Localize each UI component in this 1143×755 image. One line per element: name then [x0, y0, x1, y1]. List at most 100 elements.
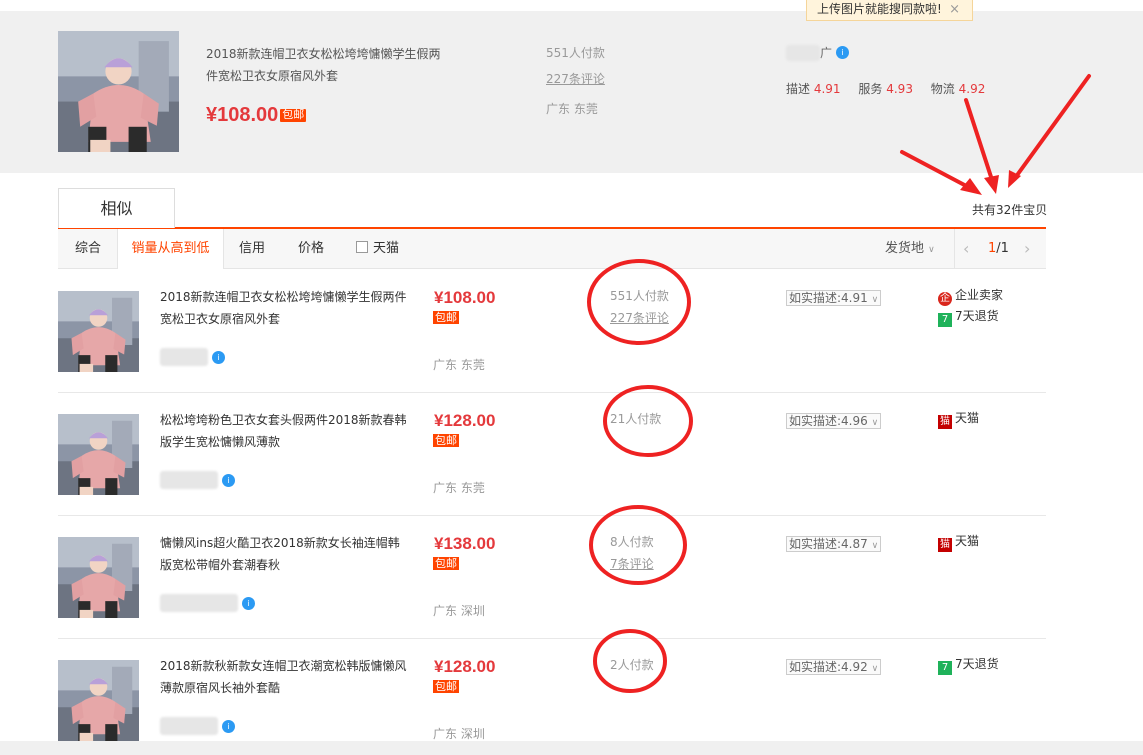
- chevron-down-icon: ∨: [871, 295, 879, 305]
- review-link[interactable]: 7条评论: [610, 555, 654, 572]
- hero-shop-scores: 描述 4.91 服务 4.93 物流 4.92: [786, 80, 999, 97]
- filter-tmall[interactable]: 天猫: [356, 229, 399, 269]
- table-row[interactable]: 松松垮垮粉色卫衣女套头假两件2018新款春韩版学生宽松慵懒风薄款 i ¥128.…: [58, 393, 1046, 516]
- tab-similar[interactable]: 相似: [58, 188, 175, 228]
- table-row[interactable]: 2018新款连帽卫衣女松松垮垮慵懒学生假两件宽松卫衣女原宿风外套 i ¥108.…: [58, 270, 1046, 393]
- badge-tmall: 猫天猫: [938, 408, 979, 429]
- score-value: 4.92: [958, 82, 986, 96]
- shop-name[interactable]: i: [160, 717, 235, 735]
- baoyou-badge: 包邮: [433, 557, 459, 570]
- hero-shop-name[interactable]: 广 i: [786, 44, 851, 62]
- close-icon[interactable]: ×: [949, 0, 960, 19]
- score-value: 4.91: [813, 82, 841, 96]
- badge-return7: 7 7天退货: [938, 654, 999, 675]
- seller-badges: 企企业卖家 7 7天退货: [938, 285, 1003, 327]
- score-label: 物流: [930, 82, 955, 96]
- badge-label: 7天退货: [955, 309, 999, 323]
- product-image[interactable]: [58, 291, 139, 372]
- chevron-down-icon: ∨: [871, 664, 879, 674]
- review-link[interactable]: 227条评论: [610, 309, 669, 326]
- badge-label: 天猫: [955, 411, 980, 425]
- hero-price-value: ¥108.00: [206, 104, 279, 126]
- table-row[interactable]: 慵懒风ins超火酷卫衣2018新款女长袖连帽韩版宽松带帽外套潮春秋 i ¥138…: [58, 516, 1046, 639]
- shipfrom-label: 发货地: [885, 241, 925, 256]
- hero-review-link[interactable]: 227条评论: [546, 70, 605, 87]
- score-label: 描述: [786, 82, 811, 96]
- badge-label: 企业卖家: [955, 288, 1004, 302]
- filter-tmall-label: 天猫: [373, 241, 400, 256]
- pay-count: 21人付款: [610, 412, 662, 426]
- badge-enterprise: 企企业卖家: [938, 285, 1003, 306]
- hero-price: ¥108.00 包邮: [206, 104, 307, 127]
- baoyou-badge: 包邮: [433, 434, 459, 447]
- product-title[interactable]: 2018新款秋新款女连帽卫衣潮宽松韩版慵懒风薄款原宿风长袖外套酷: [160, 655, 410, 699]
- desc-score-dropdown[interactable]: 如实描述:4.96 ∨: [786, 413, 882, 429]
- prev-page-icon[interactable]: ‹: [963, 229, 969, 269]
- product-image[interactable]: [58, 537, 139, 618]
- desc-score: 如实描述:4.87: [789, 537, 868, 551]
- total-count: 共有32件宝贝: [972, 203, 1048, 217]
- badge-label: 7天退货: [955, 657, 999, 671]
- upload-tip: 上传图片就能搜同款啦! ×: [806, 0, 973, 21]
- bottom-band: [0, 741, 1143, 755]
- score-value: 4.93: [886, 82, 913, 96]
- badge-tmall: 猫天猫: [938, 531, 979, 552]
- wangwang-icon[interactable]: i: [835, 46, 849, 59]
- product-location: 广东 东莞: [433, 481, 485, 495]
- seller-badges: 7 7天退货: [938, 654, 999, 675]
- product-location: 广东 深圳: [433, 604, 485, 618]
- hero-product-image[interactable]: [58, 31, 179, 152]
- desc-score-dropdown[interactable]: 如实描述:4.91 ∨: [786, 290, 882, 306]
- shop-name[interactable]: i: [160, 471, 235, 489]
- wangwang-icon[interactable]: i: [221, 473, 235, 487]
- product-title[interactable]: 慵懒风ins超火酷卫衣2018新款女长袖连帽韩版宽松带帽外套潮春秋: [160, 532, 410, 576]
- tmall-checkbox[interactable]: [356, 241, 368, 253]
- product-price: ¥138.00: [434, 534, 496, 553]
- chevron-down-icon: ∨: [871, 541, 879, 551]
- tmall-icon: 猫: [938, 415, 952, 429]
- desc-score-dropdown[interactable]: 如实描述:4.92 ∨: [786, 659, 882, 675]
- sort-default[interactable]: 综合: [75, 229, 101, 269]
- desc-score-dropdown[interactable]: 如实描述:4.87 ∨: [786, 536, 882, 552]
- shipfrom-dropdown[interactable]: 发货地 ∨: [885, 229, 935, 269]
- arrowhead: [984, 175, 999, 194]
- product-location: 广东 东莞: [433, 358, 485, 372]
- product-image[interactable]: [58, 660, 139, 741]
- hero-pay-count: 551人付款: [546, 46, 605, 60]
- wangwang-icon[interactable]: i: [211, 350, 225, 364]
- next-page-icon[interactable]: ›: [1024, 229, 1030, 269]
- product-title[interactable]: 松松垮垮粉色卫衣女套头假两件2018新款春韩版学生宽松慵懒风薄款: [160, 409, 410, 453]
- product-title[interactable]: 2018新款连帽卫衣女松松垮垮慵懒学生假两件宽松卫衣女原宿风外套: [160, 286, 410, 330]
- sort-credit[interactable]: 信用: [239, 229, 265, 269]
- seller-badges: 猫天猫: [938, 531, 979, 552]
- product-price: ¥108.00: [434, 288, 496, 307]
- product-image[interactable]: [58, 414, 139, 495]
- seven-day-return-icon: 7: [938, 313, 952, 327]
- sort-filter-bar: 综合 销量从高到低 信用 价格 天猫 发货地 ∨ ‹ 1/1 ›: [58, 229, 1046, 269]
- pay-count: 551人付款: [610, 289, 669, 303]
- badge-label: 天猫: [955, 534, 980, 548]
- product-location: 广东 深圳: [433, 727, 485, 741]
- seller-badges: 猫天猫: [938, 408, 979, 429]
- arrowhead: [960, 178, 982, 195]
- seven-day-return-icon: 7: [938, 661, 952, 675]
- sort-price[interactable]: 价格: [298, 229, 324, 269]
- hero-product-title[interactable]: 2018新款连帽卫衣女松松垮垮慵懒学生假两件宽松卫衣女原宿风外套: [206, 43, 446, 87]
- pay-count: 2人付款: [610, 658, 654, 672]
- desc-score: 如实描述:4.91: [789, 291, 868, 305]
- enterprise-icon: 企: [938, 292, 952, 306]
- shop-name[interactable]: i: [160, 594, 255, 612]
- hero-baoyou-badge: 包邮: [280, 109, 307, 123]
- page-total: /1: [996, 241, 1009, 256]
- tmall-icon: 猫: [938, 538, 952, 552]
- wangwang-icon[interactable]: i: [221, 719, 235, 733]
- wangwang-icon[interactable]: i: [241, 596, 255, 610]
- pay-count: 8人付款: [610, 535, 654, 549]
- sort-sales-desc[interactable]: 销量从高到低: [117, 229, 224, 269]
- chevron-down-icon: ∨: [871, 418, 879, 428]
- page-indicator: 1/1: [988, 229, 1028, 269]
- table-row[interactable]: 2018新款秋新款女连帽卫衣潮宽松韩版慵懒风薄款原宿风长袖外套酷 i ¥128.…: [58, 639, 1046, 741]
- shop-name[interactable]: i: [160, 348, 225, 366]
- upload-tip-text: 上传图片就能搜同款啦!: [817, 2, 942, 16]
- desc-score: 如实描述:4.92: [789, 660, 868, 674]
